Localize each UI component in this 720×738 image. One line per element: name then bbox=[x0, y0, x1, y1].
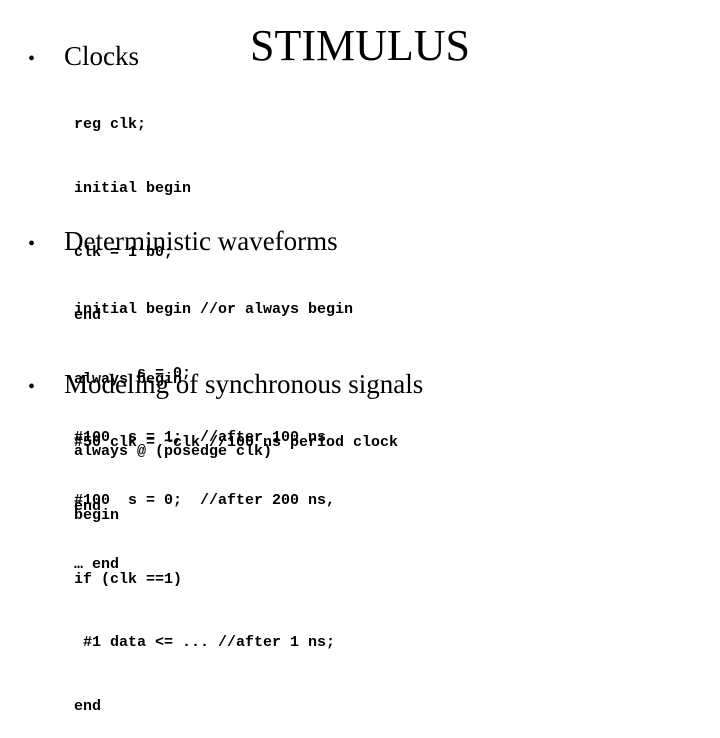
bullet-icon: • bbox=[28, 232, 36, 255]
bullet-synchronous-signals: • Modeling of synchronous signals bbox=[28, 368, 423, 403]
bullet-deterministic-waveforms: • Deterministic waveforms bbox=[28, 225, 338, 260]
code-line: end bbox=[74, 697, 102, 715]
code-line: #1 data <= ... //after 1 ns; bbox=[74, 634, 336, 652]
slide-title: STIMULUS bbox=[250, 21, 471, 70]
bullet-heading: Modeling of synchronous signals bbox=[64, 369, 424, 399]
code-block-synchronous: always @ (posedge clk) begin if (clk ==1… bbox=[74, 399, 335, 738]
bullet-heading: Clocks bbox=[64, 41, 140, 71]
bullet-heading: Deterministic waveforms bbox=[64, 226, 338, 256]
code-line: always @ (posedge clk) bbox=[74, 443, 273, 461]
code-line: begin bbox=[74, 507, 120, 524]
bullet-icon: • bbox=[28, 47, 36, 70]
code-line: reg clk; bbox=[74, 116, 147, 134]
bullet-icon: • bbox=[28, 375, 36, 398]
bullet-clocks: • Clocks bbox=[28, 40, 139, 75]
code-line: initial begin //or always begin bbox=[74, 301, 354, 319]
code-line: if (clk ==1) bbox=[74, 570, 183, 588]
code-line: initial begin bbox=[74, 180, 192, 197]
